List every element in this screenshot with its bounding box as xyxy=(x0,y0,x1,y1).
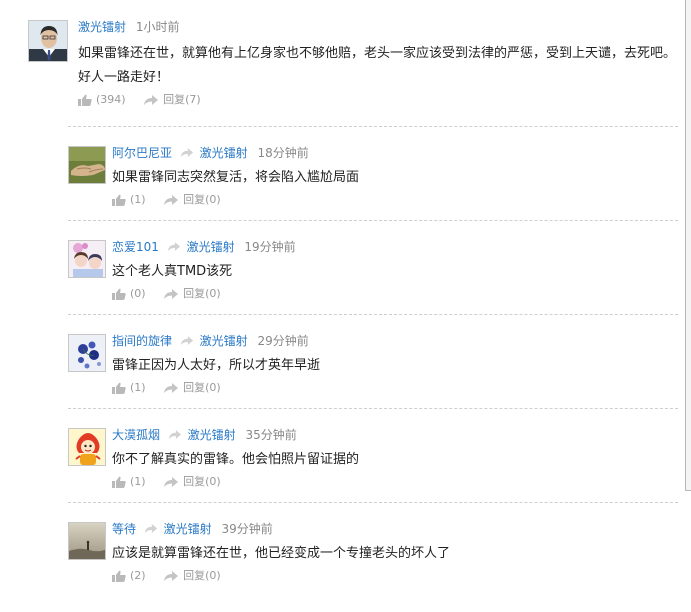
comment-text: 如果雷锋同志突然复活，将会陷入尴尬局面 xyxy=(112,170,360,185)
divider xyxy=(68,220,678,221)
reply-to-arrow-icon xyxy=(180,335,194,346)
like-button[interactable]: (1) xyxy=(112,475,146,489)
like-button[interactable]: (1) xyxy=(112,381,146,395)
reply-arrow-icon xyxy=(163,382,179,394)
like-count: (1) xyxy=(130,381,146,394)
divider xyxy=(68,502,678,503)
like-button[interactable]: (2) xyxy=(112,569,146,583)
reply-arrow-icon xyxy=(163,194,179,206)
divider xyxy=(68,126,678,127)
reply-button[interactable]: 回复 (0) xyxy=(163,287,221,301)
comment-text: 应该是就算雷锋还在世，他已经变成一个专撞老头的坏人了 xyxy=(112,546,451,561)
thumbs-up-icon xyxy=(112,194,126,206)
like-button[interactable]: (0) xyxy=(112,287,146,301)
divider xyxy=(68,408,678,409)
thumbs-up-icon xyxy=(112,382,126,394)
avatar[interactable] xyxy=(68,428,106,466)
reply-arrow-icon xyxy=(143,94,159,106)
like-count: (2) xyxy=(130,569,146,582)
avatar[interactable] xyxy=(68,146,106,184)
reply-arrow-icon xyxy=(163,570,179,582)
timestamp: 39分钟前 xyxy=(221,522,273,536)
reply-count: (0) xyxy=(205,287,221,300)
reply-count: (0) xyxy=(205,193,221,206)
reply-label: 回复 xyxy=(183,475,206,488)
comment-text: 你不了解真实的雷锋。他会怕照片留证据的 xyxy=(112,452,360,467)
reply-button[interactable]: 回复 (0) xyxy=(163,475,221,489)
reply-count: (0) xyxy=(205,381,221,394)
reply-to-arrow-icon xyxy=(167,241,181,252)
thumbs-up-icon xyxy=(78,94,92,106)
like-count: (394) xyxy=(96,93,126,106)
avatar[interactable] xyxy=(68,334,106,372)
username[interactable]: 指间的旋律 xyxy=(112,334,172,348)
username[interactable]: 恋爱101 xyxy=(112,240,159,254)
username[interactable]: 等待 xyxy=(112,522,136,536)
avatar[interactable] xyxy=(68,240,106,278)
username[interactable]: 阿尔巴尼亚 xyxy=(112,146,172,160)
reply-button[interactable]: 回复 (0) xyxy=(163,193,221,207)
comment-text: 这个老人真TMD该死 xyxy=(112,264,233,279)
comment-text: 如果雷锋还在世，就算他有上亿身家也不够他赔，老头一家应该受到法律的严惩，受到上天… xyxy=(78,46,677,85)
reply-label: 回复 xyxy=(183,381,206,394)
reply-to-arrow-icon xyxy=(180,147,194,158)
like-button[interactable]: (394) xyxy=(78,93,126,107)
thumbs-up-icon xyxy=(112,570,126,582)
avatar[interactable] xyxy=(28,20,68,62)
timestamp: 18分钟前 xyxy=(257,146,309,160)
reply-to-username[interactable]: 激光镭射 xyxy=(187,240,235,254)
reply-button[interactable]: 回复 (7) xyxy=(143,93,201,107)
reply-to-username[interactable]: 激光镭射 xyxy=(164,522,212,536)
reply-button[interactable]: 回复 (0) xyxy=(163,381,221,395)
reply-to-username[interactable]: 激光镭射 xyxy=(188,428,236,442)
like-count: (1) xyxy=(130,193,146,206)
reply-label: 回复 xyxy=(183,193,206,206)
timestamp: 29分钟前 xyxy=(257,334,309,348)
reply-arrow-icon xyxy=(163,476,179,488)
username[interactable]: 激光镭射 xyxy=(78,20,126,34)
reply-to-arrow-icon xyxy=(168,429,182,440)
comment-text: 雷锋正因为人太好，所以才英年早逝 xyxy=(112,358,321,373)
like-count: (0) xyxy=(130,287,146,300)
reply-count: (7) xyxy=(185,93,201,106)
reply-count: (0) xyxy=(205,475,221,488)
reply-to-username[interactable]: 激光镭射 xyxy=(200,146,248,160)
thumbs-up-icon xyxy=(112,288,126,300)
timestamp: 1小时前 xyxy=(135,20,180,34)
avatar[interactable] xyxy=(68,522,106,560)
timestamp: 35分钟前 xyxy=(245,428,297,442)
vertical-scrollbar[interactable] xyxy=(685,0,691,491)
like-count: (1) xyxy=(130,475,146,488)
reply-to-arrow-icon xyxy=(144,523,158,534)
divider xyxy=(68,314,678,315)
reply-label: 回复 xyxy=(183,287,206,300)
username[interactable]: 大漠孤烟 xyxy=(112,428,160,442)
reply-button[interactable]: 回复 (0) xyxy=(163,569,221,583)
reply-count: (0) xyxy=(205,569,221,582)
reply-label: 回复 xyxy=(183,569,206,582)
timestamp: 19分钟前 xyxy=(244,240,296,254)
like-button[interactable]: (1) xyxy=(112,193,146,207)
reply-to-username[interactable]: 激光镭射 xyxy=(200,334,248,348)
reply-label: 回复 xyxy=(163,93,186,106)
thumbs-up-icon xyxy=(112,476,126,488)
reply-arrow-icon xyxy=(163,288,179,300)
